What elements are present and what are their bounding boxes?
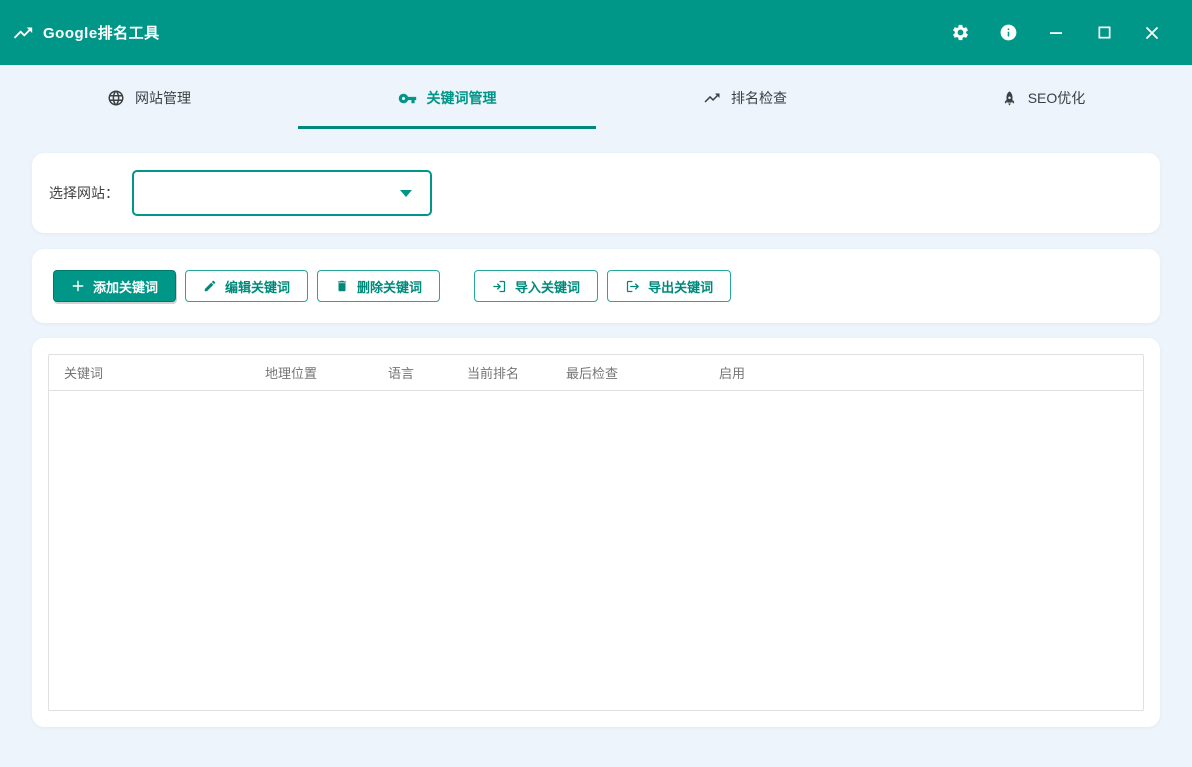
- key-icon: [398, 89, 417, 108]
- keyword-table: 关键词 地理位置 语言 当前排名 最后检查 启用: [48, 354, 1144, 711]
- keyword-table-header: 关键词 地理位置 语言 当前排名 最后检查 启用: [49, 355, 1143, 391]
- import-keywords-button[interactable]: 导入关键词: [474, 270, 598, 302]
- keyword-table-body: [49, 391, 1143, 710]
- column-header-last-check: 最后检查: [551, 363, 704, 382]
- titlebar: Google排名工具: [0, 0, 1192, 65]
- close-icon: [1144, 25, 1160, 41]
- export-icon: [625, 279, 640, 294]
- site-select-dropdown[interactable]: [132, 170, 432, 216]
- tab-seo-optimization[interactable]: SEO优化: [894, 65, 1192, 131]
- site-selector-label: 选择网站：: [49, 183, 119, 203]
- tab-rank-check[interactable]: 排名检查: [596, 65, 894, 131]
- maximize-button[interactable]: [1090, 19, 1118, 47]
- tabbar: 网站管理 关键词管理 排名检查 SEO优化: [0, 65, 1192, 131]
- tab-label: 网站管理: [135, 88, 191, 108]
- close-button[interactable]: [1138, 19, 1166, 47]
- button-label: 删除关键词: [357, 277, 422, 296]
- add-keyword-button[interactable]: 添加关键词: [53, 270, 176, 302]
- delete-keyword-button[interactable]: 删除关键词: [317, 270, 440, 302]
- button-label: 编辑关键词: [225, 277, 290, 296]
- column-header-location: 地理位置: [250, 363, 373, 382]
- column-header-enabled: 启用: [704, 363, 1143, 382]
- tab-label: SEO优化: [1028, 88, 1086, 108]
- import-icon: [492, 279, 507, 294]
- edit-keyword-button[interactable]: 编辑关键词: [185, 270, 308, 302]
- column-header-language: 语言: [373, 363, 452, 382]
- button-label: 导入关键词: [515, 277, 580, 296]
- app-title: Google排名工具: [43, 22, 160, 43]
- gear-icon: [951, 23, 970, 42]
- settings-button[interactable]: [946, 19, 974, 47]
- button-label: 导出关键词: [648, 277, 713, 296]
- trending-up-icon: [703, 89, 721, 107]
- trending-up-icon: [12, 22, 34, 44]
- globe-icon: [107, 89, 125, 107]
- keyword-toolbar-card: 添加关键词 编辑关键词 删除关键词 导入关键词: [32, 249, 1160, 323]
- minimize-icon: [1048, 25, 1064, 41]
- column-header-keyword: 关键词: [49, 363, 250, 382]
- keyword-table-card: 关键词 地理位置 语言 当前排名 最后检查 启用: [32, 338, 1160, 727]
- maximize-icon: [1097, 25, 1112, 40]
- export-keywords-button[interactable]: 导出关键词: [607, 270, 731, 302]
- trash-icon: [335, 279, 349, 293]
- tab-website-management[interactable]: 网站管理: [0, 65, 298, 131]
- tab-keyword-management[interactable]: 关键词管理: [298, 65, 596, 131]
- pencil-icon: [203, 279, 217, 293]
- info-icon: [999, 23, 1018, 42]
- site-selector-card: 选择网站：: [32, 153, 1160, 233]
- info-button[interactable]: [994, 19, 1022, 47]
- chevron-down-icon: [400, 190, 412, 197]
- plus-icon: [71, 279, 85, 293]
- button-label: 添加关键词: [93, 277, 158, 296]
- minimize-button[interactable]: [1042, 19, 1070, 47]
- rocket-icon: [1001, 90, 1018, 107]
- column-header-current-rank: 当前排名: [452, 363, 551, 382]
- tab-label: 排名检查: [731, 88, 787, 108]
- tab-label: 关键词管理: [427, 88, 497, 108]
